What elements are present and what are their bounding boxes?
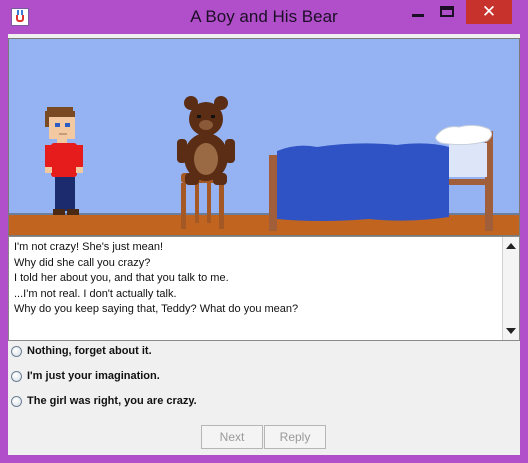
reply-option-label[interactable]: Nothing, forget about it. bbox=[27, 345, 152, 357]
dialog-lines: I'm not crazy! She's just mean! Why did … bbox=[14, 240, 499, 318]
minimize-icon bbox=[412, 14, 424, 17]
maximize-button[interactable] bbox=[433, 0, 461, 24]
dialog-text-area[interactable]: I'm not crazy! She's just mean! Why did … bbox=[8, 236, 520, 341]
arrow-down-icon bbox=[505, 328, 516, 334]
title-bar[interactable]: A Boy and His Bear ✕ bbox=[0, 0, 528, 34]
next-button[interactable]: Next bbox=[201, 425, 263, 449]
scroll-down-button[interactable] bbox=[505, 325, 516, 337]
dialog-line: ...I'm not real. I don't actually talk. bbox=[14, 287, 177, 300]
reply-option-label[interactable]: The girl was right, you are crazy. bbox=[27, 395, 197, 407]
scene-panel bbox=[8, 38, 520, 236]
dialog-line: I told her about you, and that you talk … bbox=[14, 272, 229, 284]
minimize-button[interactable] bbox=[405, 0, 431, 24]
radio-button[interactable] bbox=[11, 346, 22, 357]
floor bbox=[9, 215, 519, 235]
client-area: I'm not crazy! She's just mean! Why did … bbox=[8, 34, 520, 455]
reply-button[interactable]: Reply bbox=[264, 425, 326, 449]
close-button[interactable]: ✕ bbox=[466, 0, 512, 24]
radio-button[interactable] bbox=[11, 396, 22, 407]
dialog-line: Why do you keep saying that, Teddy? What… bbox=[14, 303, 299, 315]
radio-button[interactable] bbox=[11, 371, 22, 382]
dialog-line: I'm not crazy! She's just mean! bbox=[14, 241, 164, 253]
scene-illustration bbox=[9, 39, 519, 235]
scroll-up-button[interactable] bbox=[505, 240, 516, 252]
maximize-icon bbox=[440, 6, 454, 17]
dialog-line: Why did she call you crazy? bbox=[14, 256, 151, 269]
dialog-scrollbar[interactable] bbox=[502, 237, 519, 340]
arrow-up-icon bbox=[505, 243, 516, 249]
app-window: A Boy and His Bear ✕ I'm not crazy! She'… bbox=[0, 0, 528, 463]
close-icon: ✕ bbox=[481, 2, 497, 21]
reply-option-label[interactable]: I'm just your imagination. bbox=[27, 370, 160, 382]
